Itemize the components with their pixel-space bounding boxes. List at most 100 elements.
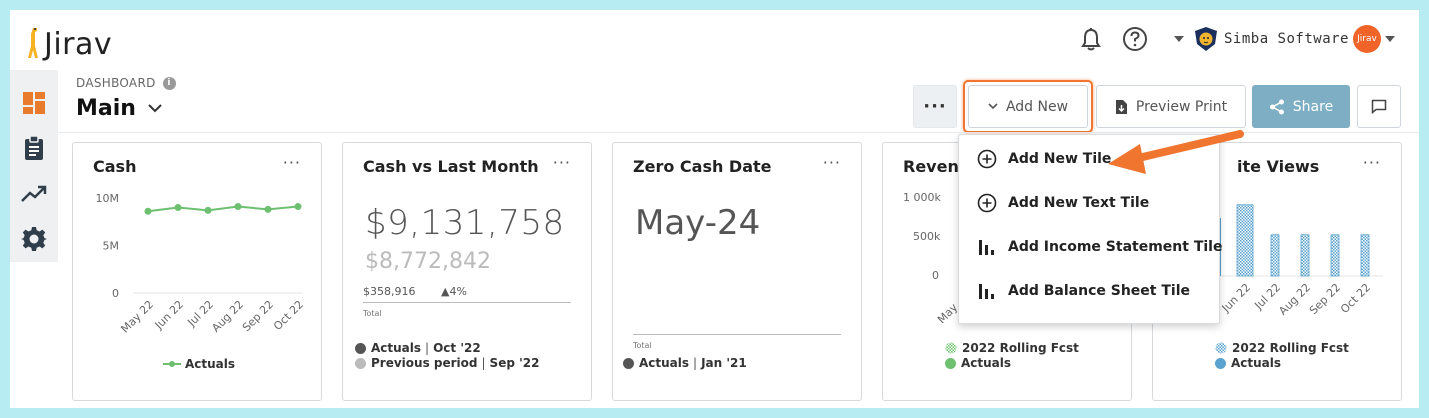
bar-rolling-fcst bbox=[1330, 234, 1340, 277]
bar-rolling-fcst bbox=[1300, 234, 1310, 277]
y-tick-label: 0 bbox=[112, 287, 119, 300]
legend-label: Actuals bbox=[185, 357, 236, 371]
company-switcher[interactable]: Simba Software Jirav bbox=[1173, 25, 1395, 53]
y-tick-label: 500k bbox=[913, 230, 941, 243]
y-tick-label: 5M bbox=[103, 240, 120, 253]
x-tick-label: Oct 22 bbox=[1338, 281, 1373, 316]
zero-cash-value: May-24 bbox=[635, 203, 761, 243]
tile-menu-button[interactable]: ··· bbox=[823, 153, 841, 172]
dashboard-icon bbox=[23, 91, 45, 114]
legend-hatched-swatch bbox=[945, 342, 957, 354]
legend-label: Actuals bbox=[961, 356, 1012, 370]
clipboard-icon bbox=[25, 135, 43, 161]
caret-down-icon bbox=[1385, 36, 1395, 42]
legend-swatch bbox=[355, 342, 366, 354]
help-question-icon[interactable] bbox=[1122, 26, 1148, 52]
legend-swatch bbox=[355, 357, 366, 369]
chevron-down-icon bbox=[988, 103, 998, 110]
legend-actuals: Actuals | Jan '21 bbox=[623, 356, 747, 370]
more-options-button[interactable]: ··· bbox=[913, 85, 957, 128]
bar-rolling-fcst bbox=[1236, 204, 1254, 277]
sidebar-item-dashboard[interactable] bbox=[10, 80, 58, 126]
legend-actuals: Actuals | Oct '22 bbox=[355, 341, 481, 355]
add-new-highlight: Add New bbox=[963, 80, 1093, 133]
tile-title: Cash bbox=[93, 157, 137, 176]
sidebar-item-settings[interactable] bbox=[10, 217, 58, 263]
page-title: Main bbox=[76, 96, 136, 121]
legend-separator: | bbox=[425, 341, 430, 355]
total-bar bbox=[633, 334, 841, 335]
legend-separator: | bbox=[693, 356, 698, 370]
x-tick-label: Jun 22 bbox=[152, 298, 186, 332]
menu-item-add-balance-sheet-tile[interactable]: Add Balance Sheet Tile bbox=[977, 281, 1190, 301]
info-icon[interactable]: i bbox=[162, 76, 176, 90]
preview-print-label: Preview Print bbox=[1135, 98, 1228, 115]
tile-menu-button[interactable]: ··· bbox=[283, 153, 301, 172]
menu-item-add-new-text-tile[interactable]: Add New Text Tile bbox=[977, 193, 1149, 213]
bar-rolling-fcst bbox=[1360, 234, 1370, 277]
legend-period: Sep '22 bbox=[489, 356, 540, 370]
delta-percent: ▲4% bbox=[441, 285, 467, 298]
tile-zero-cash-date[interactable]: Zero Cash Date ··· May-24 Total Actuals … bbox=[612, 142, 862, 401]
y-tick-label: 0 bbox=[932, 269, 939, 282]
x-tick-label: Oct 22 bbox=[271, 298, 306, 333]
dashboard-selector[interactable]: Main bbox=[76, 96, 162, 121]
chevron-down-icon bbox=[148, 104, 162, 113]
tile-cash[interactable]: Cash ··· 10M 5M 0 May 22 Jun 22 Jul 22 Aug 22 S… bbox=[72, 142, 322, 401]
x-tick-label: Sep 22 bbox=[1307, 281, 1343, 317]
sidebar-item-reports[interactable] bbox=[10, 126, 58, 172]
x-tick-label: Jun 22 bbox=[1219, 281, 1253, 315]
legend-swatch bbox=[623, 357, 634, 369]
legend-period: Oct '22 bbox=[433, 341, 481, 355]
data-point bbox=[234, 203, 242, 211]
share-icon bbox=[1269, 99, 1284, 114]
share-label: Share bbox=[1292, 98, 1334, 115]
plus-circle-icon bbox=[977, 149, 997, 169]
plus-circle-icon bbox=[977, 193, 997, 213]
tile-cash-vs-last-month[interactable]: Cash vs Last Month ··· $9,131,758 $8,772… bbox=[342, 142, 592, 401]
series-line-actuals bbox=[147, 205, 299, 213]
legend-actuals: Actuals bbox=[945, 356, 1011, 370]
delta-absolute: $358,916 bbox=[363, 285, 416, 298]
giraffe-logo-icon bbox=[24, 26, 42, 60]
legend-label: 2022 Rolling Fcst bbox=[1232, 341, 1349, 355]
legend-label: Previous period bbox=[371, 356, 478, 370]
y-tick-label: 1 000k bbox=[903, 191, 941, 204]
breadcrumb-label: DASHBOARD bbox=[76, 76, 156, 90]
data-point bbox=[294, 203, 302, 211]
trend-chart-icon bbox=[21, 185, 47, 202]
legend-label: Actuals bbox=[371, 341, 422, 355]
legend-swatch bbox=[945, 357, 956, 369]
data-point bbox=[144, 207, 152, 215]
user-avatar[interactable]: Jirav bbox=[1353, 25, 1381, 53]
bar-chart-icon bbox=[979, 240, 994, 255]
x-tick-label: May 22 bbox=[118, 298, 156, 336]
x-tick-label: Sep 22 bbox=[240, 298, 276, 334]
comment-button[interactable] bbox=[1357, 85, 1401, 128]
sidebar bbox=[10, 70, 58, 262]
tile-menu-button[interactable]: ··· bbox=[1363, 153, 1381, 172]
caret-down-icon bbox=[1173, 36, 1184, 42]
app-name: Jirav bbox=[44, 27, 113, 62]
sidebar-item-trends[interactable] bbox=[10, 171, 58, 217]
share-button[interactable]: Share bbox=[1252, 85, 1350, 128]
tile-title: Cash vs Last Month bbox=[363, 157, 539, 176]
legend-hatched-swatch bbox=[1215, 342, 1227, 354]
menu-item-label: Add Balance Sheet Tile bbox=[1008, 283, 1190, 299]
y-tick-label: 10M bbox=[96, 192, 120, 205]
data-point bbox=[204, 206, 212, 214]
legend-separator: | bbox=[481, 356, 486, 370]
breadcrumb: DASHBOARD i bbox=[76, 76, 176, 90]
x-tick-label: Aug 22 bbox=[209, 298, 246, 335]
add-new-button[interactable]: Add New bbox=[968, 85, 1088, 128]
jirav-logo[interactable]: Jirav bbox=[24, 24, 112, 60]
menu-item-add-new-tile[interactable]: Add New Tile bbox=[977, 149, 1111, 169]
menu-item-add-income-statement-tile[interactable]: Add Income Statement Tile bbox=[977, 237, 1222, 257]
notification-bell-icon[interactable] bbox=[1080, 27, 1102, 51]
legend-actuals: Actuals bbox=[1215, 356, 1281, 370]
data-point bbox=[264, 205, 272, 213]
document-download-icon bbox=[1115, 99, 1127, 114]
legend-line-marker bbox=[163, 361, 181, 367]
tile-menu-button[interactable]: ··· bbox=[553, 153, 571, 172]
legend-rolling-fcst: 2022 Rolling Fcst bbox=[1215, 341, 1349, 355]
